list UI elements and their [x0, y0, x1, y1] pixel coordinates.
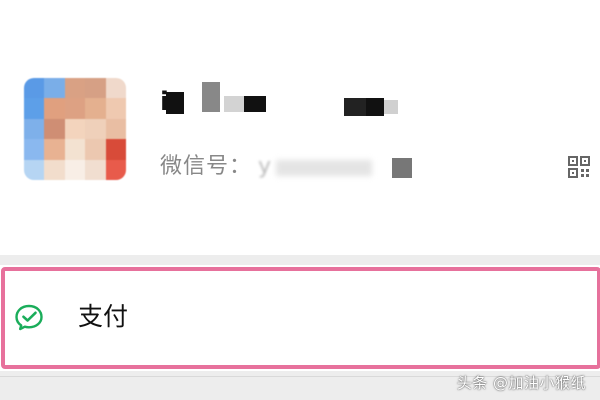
menu-item-pay[interactable]: 支付: [0, 265, 600, 371]
wechat-id-value: y: [258, 154, 272, 179]
watermark-text: 头条 @加油小猴纸: [456, 374, 586, 392]
menu-item-pay-label: 支付: [78, 302, 129, 331]
name-redaction-block: [366, 98, 384, 116]
name-redaction-block: [344, 98, 366, 116]
name-redaction-block: [224, 96, 244, 112]
qr-code-icon: [568, 156, 590, 178]
qr-code-button[interactable]: [568, 156, 590, 178]
profile-card[interactable]: i 微信号： y: [0, 0, 600, 255]
avatar[interactable]: [24, 78, 126, 180]
name-redaction-block: [202, 82, 220, 112]
wechat-id-blur: [276, 160, 372, 176]
wechat-pay-icon: [14, 303, 44, 331]
name-redaction-block: [166, 92, 184, 114]
section-divider: [0, 255, 600, 265]
profile-name: i: [160, 82, 420, 122]
name-redaction-block: [384, 100, 398, 114]
wechat-id-label: 微信号：: [160, 154, 253, 179]
name-redaction-block: [244, 96, 266, 112]
wechat-id: 微信号： y: [160, 150, 460, 184]
wechat-id-redaction-block: [392, 158, 412, 178]
